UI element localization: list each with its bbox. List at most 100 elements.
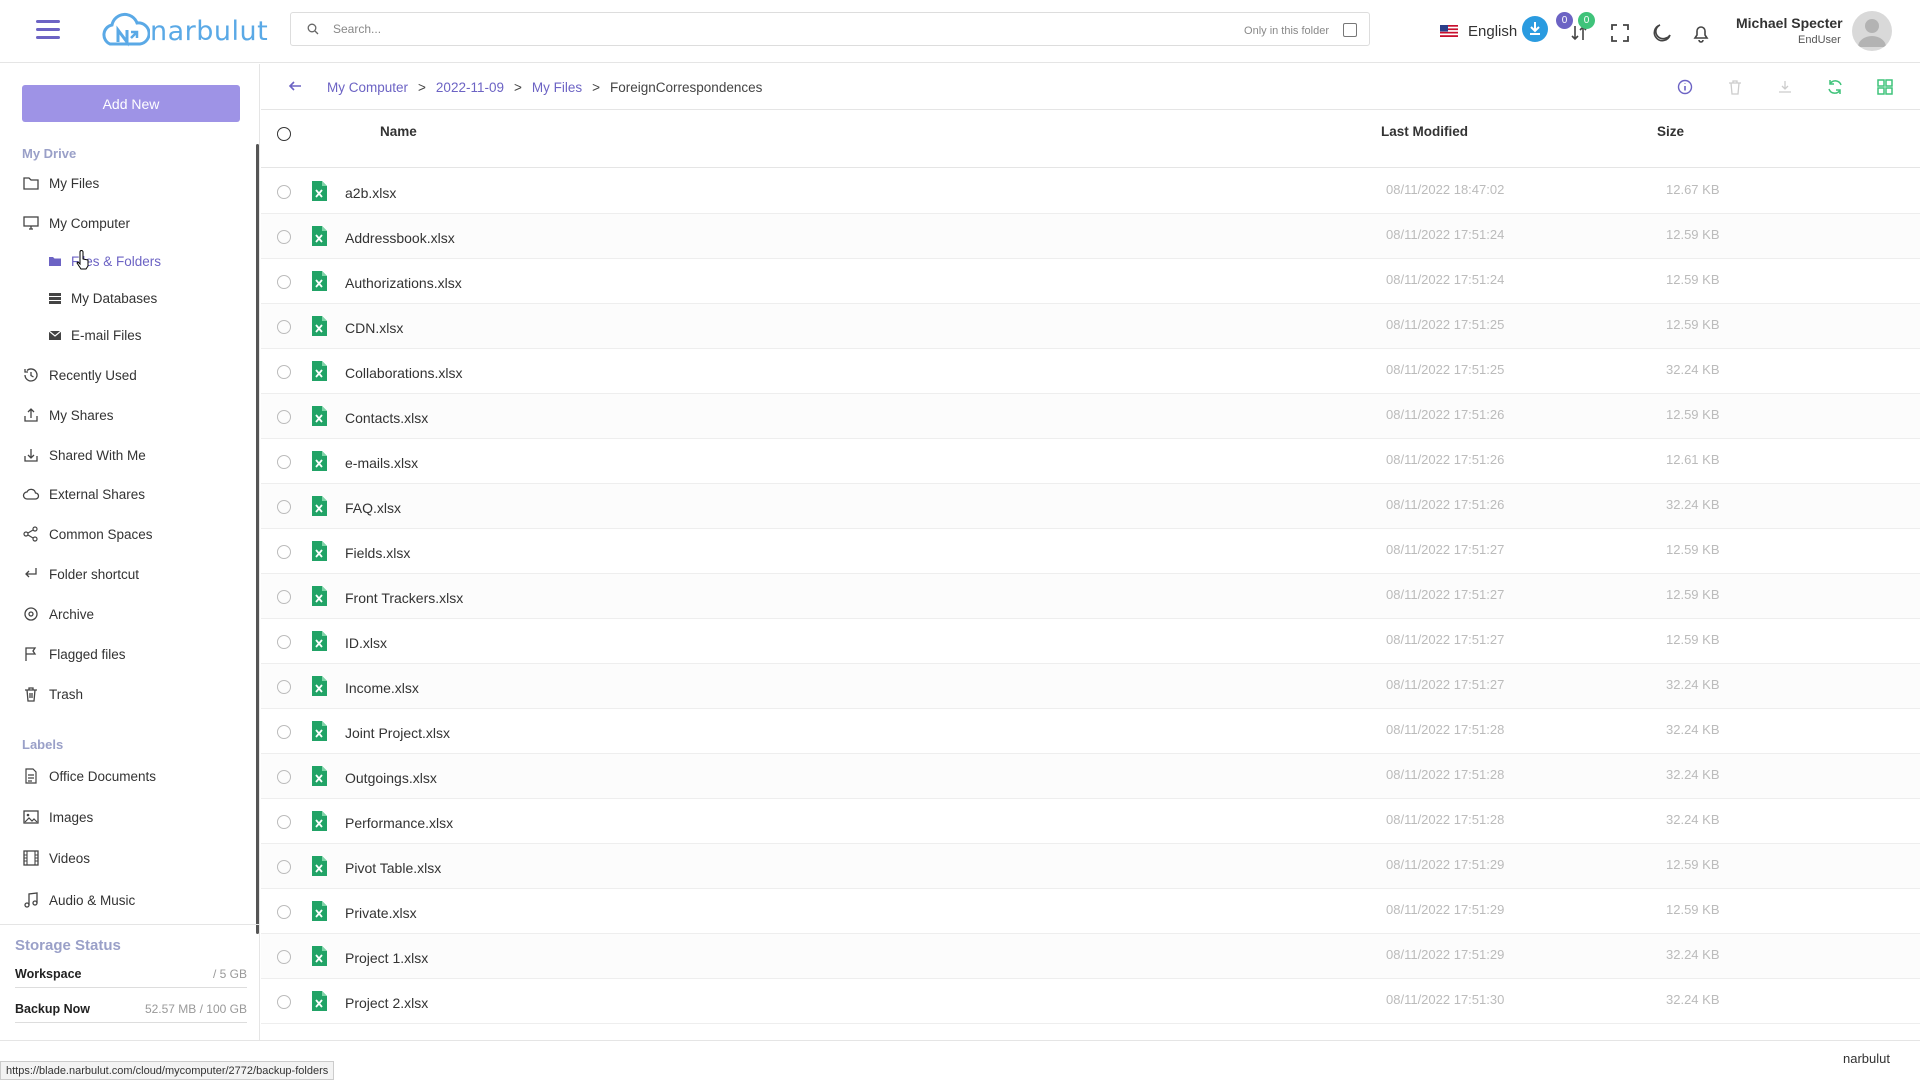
- row-select-radio[interactable]: [277, 500, 291, 514]
- row-select-radio[interactable]: [277, 455, 291, 469]
- row-select-radio[interactable]: [277, 275, 291, 289]
- row-select-radio[interactable]: [277, 185, 291, 199]
- search-input[interactable]: [333, 19, 1033, 39]
- column-name[interactable]: Name: [380, 124, 417, 139]
- table-row[interactable]: CDN.xlsx 08/11/2022 17:51:25 12.59 KB: [261, 304, 1920, 349]
- row-select-radio[interactable]: [277, 635, 291, 649]
- sidebar-item-flagged-files[interactable]: Flagged files: [22, 642, 126, 666]
- file-name[interactable]: CDN.xlsx: [345, 320, 403, 336]
- sidebar-item-files-folders[interactable]: Files & Folders: [48, 249, 161, 273]
- sidebar-item-recently-used[interactable]: Recently Used: [22, 363, 137, 387]
- download-file-icon[interactable]: [1776, 78, 1794, 96]
- file-name[interactable]: Outgoings.xlsx: [345, 770, 437, 786]
- sidebar-item-archive[interactable]: Archive: [22, 602, 94, 626]
- sidebar-item-my-computer[interactable]: My Computer: [22, 211, 130, 235]
- file-name[interactable]: Joint Project.xlsx: [345, 725, 450, 741]
- row-select-radio[interactable]: [277, 815, 291, 829]
- file-name[interactable]: Collaborations.xlsx: [345, 365, 463, 381]
- sidebar-scrollbar[interactable]: [256, 144, 259, 934]
- table-row[interactable]: ID.xlsx 08/11/2022 17:51:27 12.59 KB: [261, 619, 1920, 664]
- dark-mode-icon[interactable]: [1651, 22, 1673, 44]
- file-name[interactable]: Private.xlsx: [345, 905, 417, 921]
- breadcrumb-my-computer[interactable]: My Computer: [327, 80, 408, 95]
- table-row[interactable]: e-mails.xlsx 08/11/2022 17:51:26 12.61 KB: [261, 439, 1920, 484]
- table-row[interactable]: Pivot Table.xlsx 08/11/2022 17:51:29 12.59…: [261, 844, 1920, 889]
- table-row[interactable]: Contacts.xlsx 08/11/2022 17:51:26 12.59 KB: [261, 394, 1920, 439]
- file-name[interactable]: Authorizations.xlsx: [345, 275, 462, 291]
- row-select-radio[interactable]: [277, 365, 291, 379]
- file-name[interactable]: Project 2.xlsx: [345, 995, 428, 1011]
- table-row[interactable]: a2b.xlsx 08/11/2022 18:47:02 12.67 KB: [261, 169, 1920, 214]
- table-row[interactable]: Income.xlsx 08/11/2022 17:51:27 32.24 KB: [261, 664, 1920, 709]
- add-new-button[interactable]: Add New: [22, 85, 240, 122]
- sidebar-item-audio-music[interactable]: Audio & Music: [22, 888, 135, 912]
- row-select-radio[interactable]: [277, 680, 291, 694]
- sidebar-item-videos[interactable]: Videos: [22, 846, 90, 870]
- table-row[interactable]: Performance.xlsx 08/11/2022 17:51:28 32.24…: [261, 799, 1920, 844]
- info-icon[interactable]: [1676, 78, 1694, 96]
- sidebar-item-trash[interactable]: Trash: [22, 682, 83, 706]
- refresh-icon[interactable]: [1826, 78, 1844, 96]
- grid-view-icon[interactable]: [1876, 78, 1894, 96]
- row-select-radio[interactable]: [277, 230, 291, 244]
- table-row[interactable]: FAQ.xlsx 08/11/2022 17:51:26 32.24 KB: [261, 484, 1920, 529]
- sidebar-item-email-files[interactable]: E-mail Files: [48, 323, 142, 347]
- menu-icon[interactable]: [36, 20, 60, 40]
- table-row[interactable]: Collaborations.xlsx 08/11/2022 17:51:25 32…: [261, 349, 1920, 394]
- sidebar-item-external-shares[interactable]: External Shares: [22, 482, 145, 506]
- sidebar-item-office-documents[interactable]: Office Documents: [22, 764, 156, 788]
- language-selector[interactable]: English: [1468, 23, 1517, 40]
- table-row[interactable]: Addressbook.xlsx 08/11/2022 17:51:24 12.59…: [261, 214, 1920, 259]
- avatar[interactable]: [1852, 11, 1892, 51]
- sidebar-item-shared-with-me[interactable]: Shared With Me: [22, 443, 146, 467]
- breadcrumb-date-folder[interactable]: 2022-11-09: [436, 80, 504, 95]
- download-button[interactable]: [1522, 16, 1548, 42]
- row-select-radio[interactable]: [277, 320, 291, 334]
- file-name[interactable]: ID.xlsx: [345, 635, 387, 651]
- table-row[interactable]: Front Trackers.xlsx 08/11/2022 17:51:27 12…: [261, 574, 1920, 619]
- row-select-radio[interactable]: [277, 950, 291, 964]
- sidebar-item-images[interactable]: Images: [22, 805, 93, 829]
- user-name[interactable]: Michael Specter: [1736, 15, 1843, 31]
- file-name[interactable]: Performance.xlsx: [345, 815, 453, 831]
- row-select-radio[interactable]: [277, 995, 291, 1009]
- file-name[interactable]: Project 1.xlsx: [345, 950, 428, 966]
- back-arrow-icon[interactable]: [287, 78, 303, 94]
- sidebar-item-my-databases[interactable]: My Databases: [48, 286, 157, 310]
- select-all-radio[interactable]: [277, 127, 291, 141]
- file-name[interactable]: Front Trackers.xlsx: [345, 590, 463, 606]
- table-row[interactable]: Joint Project.xlsx 08/11/2022 17:51:28 32.…: [261, 709, 1920, 754]
- logo[interactable]: narbulut: [98, 10, 268, 52]
- row-select-radio[interactable]: [277, 590, 291, 604]
- table-row[interactable]: Outgoings.xlsx 08/11/2022 17:51:28 32.24 K…: [261, 754, 1920, 799]
- sidebar-item-common-spaces[interactable]: Common Spaces: [22, 522, 153, 546]
- row-select-radio[interactable]: [277, 860, 291, 874]
- file-name[interactable]: a2b.xlsx: [345, 185, 396, 201]
- table-row[interactable]: Project 1.xlsx 08/11/2022 17:51:29 32.24 K…: [261, 934, 1920, 979]
- only-in-folder-checkbox[interactable]: [1343, 23, 1357, 37]
- row-select-radio[interactable]: [277, 905, 291, 919]
- row-select-radio[interactable]: [277, 770, 291, 784]
- breadcrumb-my-files[interactable]: My Files: [532, 80, 582, 95]
- notification-bell-icon[interactable]: [1690, 22, 1712, 44]
- file-name[interactable]: Contacts.xlsx: [345, 410, 428, 426]
- column-last-modified[interactable]: Last Modified: [1381, 124, 1468, 139]
- table-row[interactable]: Project 2.xlsx 08/11/2022 17:51:30 32.24 K…: [261, 979, 1920, 1024]
- file-name[interactable]: Pivot Table.xlsx: [345, 860, 441, 876]
- file-name[interactable]: e-mails.xlsx: [345, 455, 418, 471]
- file-name[interactable]: Income.xlsx: [345, 680, 419, 696]
- row-select-radio[interactable]: [277, 725, 291, 739]
- file-name[interactable]: Addressbook.xlsx: [345, 230, 455, 246]
- table-row[interactable]: Private.xlsx 08/11/2022 17:51:29 12.59 KB: [261, 889, 1920, 934]
- delete-icon[interactable]: [1726, 78, 1744, 96]
- fullscreen-icon[interactable]: [1609, 22, 1631, 44]
- table-row[interactable]: Authorizations.xlsx 08/11/2022 17:51:24 12…: [261, 259, 1920, 304]
- row-select-radio[interactable]: [277, 545, 291, 559]
- table-row[interactable]: Fields.xlsx 08/11/2022 17:51:27 12.59 KB: [261, 529, 1920, 574]
- file-name[interactable]: Fields.xlsx: [345, 545, 410, 561]
- sidebar-item-folder-shortcut[interactable]: Folder shortcut: [22, 562, 139, 586]
- sidebar-item-my-files[interactable]: My Files: [22, 171, 99, 195]
- column-size[interactable]: Size: [1657, 124, 1684, 139]
- sidebar-item-my-shares[interactable]: My Shares: [22, 403, 114, 427]
- file-name[interactable]: FAQ.xlsx: [345, 500, 401, 516]
